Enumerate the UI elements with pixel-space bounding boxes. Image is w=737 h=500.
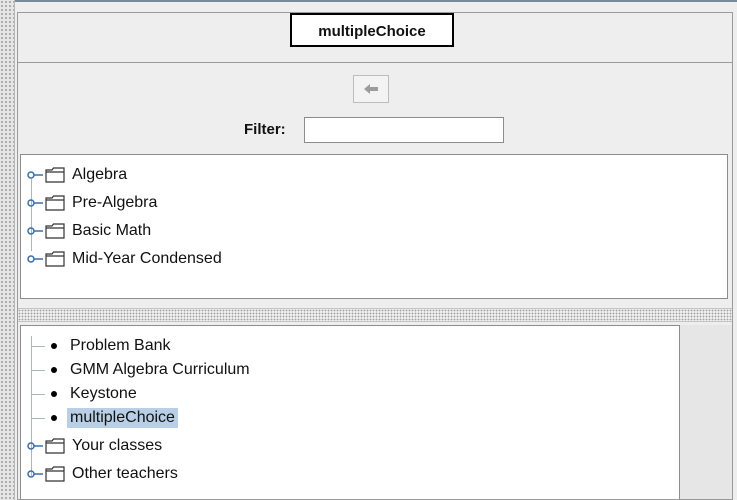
horizontal-splitter[interactable] [18,308,732,322]
bullet-icon [43,358,67,382]
title-bar: multipleChoice [18,13,732,63]
tree-item-label-selected: multipleChoice [67,408,178,428]
folder-icon [45,219,65,243]
tree-item-keystone[interactable]: Keystone [43,382,140,406]
tree-item-label: Problem Bank [70,337,171,354]
bullet-icon [43,382,67,406]
tree-item-label: Algebra [72,166,128,183]
tree-item-multiplechoice[interactable]: multipleChoice [43,406,178,430]
filter-label: Filter: [244,121,286,138]
tree-item-your-classes[interactable]: Your classes [25,434,165,458]
tree-item-label: Basic Math [72,222,152,239]
bullet-icon [43,334,67,358]
folder-icon [45,247,65,271]
bank-tree: Problem Bank GMM Algebra Curriculum Keys… [20,325,680,499]
tree-item-mid-year-condensed[interactable]: Mid-Year Condensed [25,247,225,271]
tree-item-problem-bank[interactable]: Problem Bank [43,334,174,358]
browser-panel: multipleChoice Filter: Algebra Pre-Algeb… [17,12,733,500]
folder-icon [45,462,65,486]
folder-icon [45,191,65,215]
expand-handle-icon[interactable] [25,462,45,486]
expand-handle-icon[interactable] [25,247,45,271]
expand-handle-icon[interactable] [25,191,45,215]
left-splitter[interactable] [0,0,15,500]
folder-icon [45,163,65,187]
back-button[interactable] [353,75,389,103]
expand-handle-icon[interactable] [25,434,45,458]
expand-handle-icon[interactable] [25,219,45,243]
tree-item-other-teachers[interactable]: Other teachers [25,462,181,486]
filter-input[interactable] [304,117,504,143]
tree-item-label: Your classes [72,437,163,454]
tree-item-pre-algebra[interactable]: Pre-Algebra [25,191,160,215]
tree-item-basic-math[interactable]: Basic Math [25,219,154,243]
folder-icon [45,434,65,458]
left-arrow-icon [364,84,378,94]
page-title: multipleChoice [290,13,454,47]
expand-handle-icon[interactable] [25,163,45,187]
window-top-edge [0,0,737,2]
tree-item-label: GMM Algebra Curriculum [70,361,250,378]
tree-item-label: Pre-Algebra [72,194,158,211]
tree-item-algebra[interactable]: Algebra [25,163,130,187]
course-tree: Algebra Pre-Algebra Basic Math Mid-Year … [20,154,728,299]
tree-item-label: Keystone [70,385,137,402]
tree-item-label: Mid-Year Condensed [72,250,222,267]
scroll-area-gutter [680,325,732,499]
tree-item-gmm-algebra-curriculum[interactable]: GMM Algebra Curriculum [43,358,253,382]
tree-item-label: Other teachers [72,465,178,482]
bullet-icon [43,406,67,430]
